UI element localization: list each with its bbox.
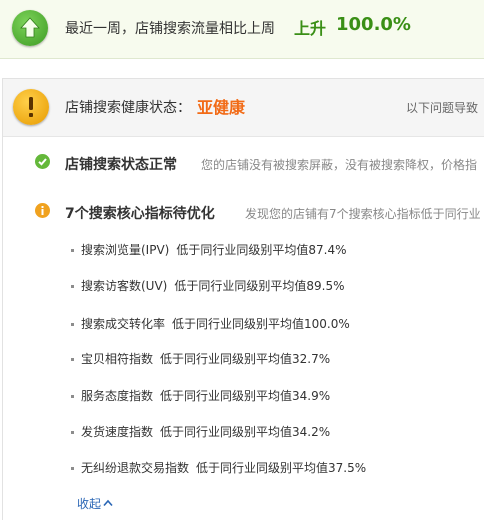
bullet-icon bbox=[71, 249, 74, 252]
check-icon bbox=[35, 154, 50, 169]
metric-value: 低于同行业同级别平均值32.7% bbox=[160, 352, 331, 366]
bullet-icon bbox=[71, 358, 74, 361]
bullet-icon bbox=[71, 431, 74, 434]
metric-item: 搜索访客数(UV) 低于同行业同级别平均值89.5% bbox=[71, 277, 344, 294]
core-metrics-desc: 发现您的店铺有7个搜索核心指标低于同行业 bbox=[245, 207, 481, 221]
metric-name: 发货速度指数 bbox=[81, 425, 154, 439]
metric-value: 低于同行业同级别平均值100.0% bbox=[172, 317, 350, 331]
traffic-change-percent: 100.0% bbox=[336, 14, 411, 35]
metric-value: 低于同行业同级别平均值34.2% bbox=[160, 425, 331, 439]
bullet-icon bbox=[71, 395, 74, 398]
chevron-up-icon bbox=[103, 496, 113, 510]
core-metrics-title: 7个搜索核心指标待优化 bbox=[65, 206, 215, 222]
search-status-ok-desc: 您的店铺没有被搜索屏蔽，没有被搜索降权，价格指 bbox=[201, 158, 478, 172]
search-status-ok-title: 店铺搜索状态正常 bbox=[65, 157, 177, 173]
health-status-note: 以下问题导致 bbox=[406, 101, 479, 115]
metric-name: 宝贝相符指数 bbox=[81, 352, 154, 366]
metric-name: 无纠纷退款交易指数 bbox=[81, 461, 190, 475]
metric-name: 搜索成交转化率 bbox=[81, 317, 166, 331]
traffic-trend-label: 上升 bbox=[294, 19, 327, 38]
info-icon bbox=[35, 203, 50, 218]
metric-item: 宝贝相符指数 低于同行业同级别平均值32.7% bbox=[71, 350, 330, 367]
metric-item: 无纠纷退款交易指数 低于同行业同级别平均值37.5% bbox=[71, 459, 366, 476]
traffic-summary-bar: 最近一周，店铺搜索流量相比上周 上升 100.0% bbox=[0, 0, 484, 59]
health-status-value: 亚健康 bbox=[197, 98, 246, 117]
search-health-panel: 店铺搜索健康状态： 亚健康 以下问题导致 店铺搜索状态正常 您的店铺没有被搜索屏… bbox=[2, 78, 484, 520]
traffic-summary-text: 最近一周，店铺搜索流量相比上周 bbox=[65, 21, 275, 37]
collapse-link[interactable]: 收起 bbox=[77, 495, 113, 512]
metric-name: 搜索访客数(UV) bbox=[81, 279, 168, 293]
metric-item: 搜索成交转化率 低于同行业同级别平均值100.0% bbox=[71, 315, 350, 332]
arrow-up-icon bbox=[12, 10, 48, 46]
health-status-label: 店铺搜索健康状态： bbox=[65, 100, 191, 116]
metric-value: 低于同行业同级别平均值37.5% bbox=[196, 461, 367, 475]
search-health-header: 店铺搜索健康状态： 亚健康 以下问题导致 bbox=[3, 79, 484, 137]
metric-value: 低于同行业同级别平均值87.4% bbox=[176, 243, 347, 257]
metric-value: 低于同行业同级别平均值34.9% bbox=[160, 389, 331, 403]
metric-item: 搜索浏览量(IPV) 低于同行业同级别平均值87.4% bbox=[71, 241, 346, 258]
metric-item: 服务态度指数 低于同行业同级别平均值34.9% bbox=[71, 387, 330, 404]
bullet-icon bbox=[71, 467, 74, 470]
metric-name: 搜索浏览量(IPV) bbox=[81, 243, 170, 257]
metric-value: 低于同行业同级别平均值89.5% bbox=[174, 279, 345, 293]
bullet-icon bbox=[71, 323, 74, 326]
metric-item: 发货速度指数 低于同行业同级别平均值34.2% bbox=[71, 423, 330, 440]
bullet-icon bbox=[71, 285, 74, 288]
metric-name: 服务态度指数 bbox=[81, 389, 154, 403]
collapse-label: 收起 bbox=[77, 497, 102, 511]
exclamation-icon bbox=[13, 89, 49, 125]
